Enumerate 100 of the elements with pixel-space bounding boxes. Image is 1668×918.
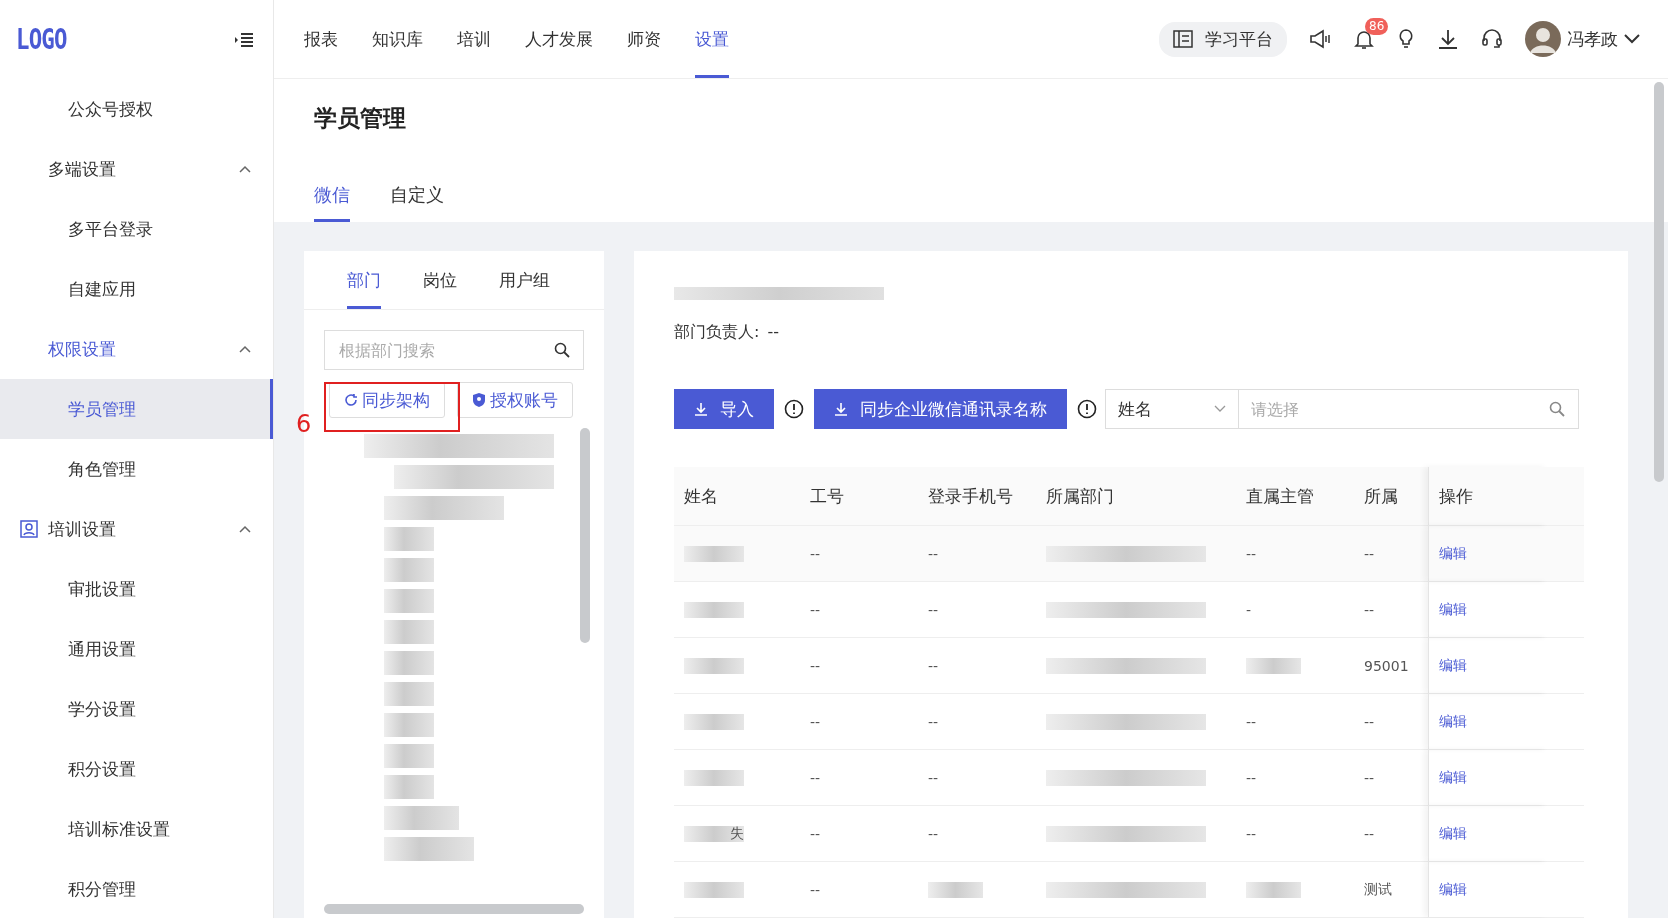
info-icon[interactable] bbox=[1077, 399, 1097, 419]
edit-link[interactable]: 编辑 bbox=[1439, 544, 1467, 563]
column-header: 所属 bbox=[1363, 484, 1399, 508]
sidebar-item[interactable]: 公众号授权 bbox=[0, 79, 273, 139]
scrollbar[interactable] bbox=[324, 904, 584, 914]
table-cell: 95001 bbox=[1364, 657, 1409, 674]
column-header: 操作 bbox=[1428, 467, 1548, 525]
chevron-icon bbox=[239, 525, 251, 533]
sidebar-item[interactable]: 多平台登录 bbox=[0, 199, 273, 259]
download-icon bbox=[694, 402, 708, 416]
authorize-account-button[interactable]: 授权账号 bbox=[457, 382, 573, 418]
table-cell: -- bbox=[1364, 545, 1375, 562]
sidebar-item[interactable]: 积分设置 bbox=[0, 739, 273, 799]
department-search-field[interactable]: 根据部门搜索 bbox=[324, 330, 584, 370]
sidebar-item[interactable]: 积分管理 bbox=[0, 859, 273, 918]
blurred-tree-item bbox=[384, 775, 434, 799]
sync-names-button[interactable]: 同步企业微信通讯录名称 bbox=[814, 389, 1067, 429]
table-cell: 失 bbox=[730, 824, 744, 843]
lightbulb-icon[interactable] bbox=[1397, 28, 1415, 50]
nav-tab[interactable]: 报表 bbox=[304, 0, 338, 78]
shield-icon bbox=[472, 392, 486, 408]
table-cell: -- bbox=[810, 881, 821, 898]
sync-structure-button[interactable]: 同步架构 bbox=[329, 382, 445, 418]
training-icon bbox=[20, 520, 38, 538]
blurred-tree-item bbox=[384, 589, 434, 613]
sidebar-item[interactable]: 自建应用 bbox=[0, 259, 273, 319]
table-cell: -- bbox=[1246, 545, 1257, 562]
blurred-tree-item bbox=[384, 744, 434, 768]
nav-tab[interactable]: 培训 bbox=[457, 0, 491, 78]
board-icon bbox=[1173, 30, 1193, 48]
info-icon[interactable] bbox=[784, 399, 804, 419]
column-header: 姓名 bbox=[683, 484, 719, 508]
refresh-icon bbox=[344, 393, 358, 407]
tab[interactable]: 岗位 bbox=[423, 251, 457, 309]
table-cell: -- bbox=[810, 545, 821, 562]
table-cell: -- bbox=[1246, 713, 1257, 730]
annotation-number: 6 bbox=[296, 410, 312, 438]
edit-link[interactable]: 编辑 bbox=[1439, 600, 1467, 619]
table-cell: - bbox=[1246, 601, 1252, 618]
sidebar-group[interactable]: 多端设置 bbox=[0, 139, 273, 199]
manager-label: 部门负责人: bbox=[674, 322, 760, 343]
nav-tab[interactable]: 师资 bbox=[627, 0, 661, 78]
edit-link[interactable]: 编辑 bbox=[1439, 768, 1467, 787]
table-cell: -- bbox=[1364, 601, 1375, 618]
blurred-tree-item bbox=[384, 527, 434, 551]
edit-link[interactable]: 编辑 bbox=[1439, 712, 1467, 731]
sidebar-group[interactable]: 权限设置 bbox=[0, 319, 273, 379]
column-header: 工号 bbox=[809, 484, 845, 508]
nav-tab[interactable]: 人才发展 bbox=[525, 0, 593, 78]
table-cell: -- bbox=[928, 713, 939, 730]
import-button[interactable]: 导入 bbox=[674, 389, 774, 429]
chevron-down-icon bbox=[1214, 405, 1226, 413]
table-cell: -- bbox=[810, 769, 821, 786]
table-cell: -- bbox=[928, 825, 939, 842]
sidebar-item[interactable]: 通用设置 bbox=[0, 619, 273, 679]
headset-icon[interactable] bbox=[1481, 28, 1503, 50]
avatar[interactable] bbox=[1525, 21, 1561, 57]
table-cell: -- bbox=[928, 657, 939, 674]
sidebar-item[interactable]: 角色管理 bbox=[0, 439, 273, 499]
chevron-icon bbox=[239, 345, 251, 353]
nav-tab[interactable]: 设置 bbox=[695, 0, 729, 78]
column-header: 所属部门 bbox=[1045, 484, 1115, 508]
edit-link[interactable]: 编辑 bbox=[1439, 824, 1467, 843]
table-cell: -- bbox=[810, 713, 821, 730]
search-field[interactable]: 请选择 bbox=[1239, 389, 1579, 429]
field-select[interactable]: 姓名 bbox=[1105, 389, 1239, 429]
page-title: 学员管理 bbox=[314, 104, 407, 133]
table-cell: -- bbox=[928, 601, 939, 618]
blurred-tree-item bbox=[384, 620, 434, 644]
table-cell: -- bbox=[810, 601, 821, 618]
edit-link[interactable]: 编辑 bbox=[1439, 880, 1467, 899]
download-icon[interactable] bbox=[1437, 28, 1459, 50]
tab[interactable]: 自定义 bbox=[390, 183, 444, 222]
table-cell: -- bbox=[810, 657, 821, 674]
download-icon bbox=[834, 402, 848, 416]
tab[interactable]: 用户组 bbox=[499, 251, 550, 309]
nav-tab[interactable]: 知识库 bbox=[372, 0, 423, 78]
blurred-tree-item bbox=[384, 558, 434, 582]
tab[interactable]: 部门 bbox=[347, 251, 381, 309]
edit-link[interactable]: 编辑 bbox=[1439, 656, 1467, 675]
table-cell: -- bbox=[1364, 769, 1375, 786]
search-icon bbox=[554, 342, 570, 358]
table-cell: 测试 bbox=[1364, 880, 1392, 899]
table-cell: -- bbox=[928, 545, 939, 562]
chevron-down-icon[interactable] bbox=[1624, 34, 1640, 44]
table-cell: -- bbox=[1246, 769, 1257, 786]
sidebar-item[interactable]: 审批设置 bbox=[0, 559, 273, 619]
sidebar-item[interactable]: 学分设置 bbox=[0, 679, 273, 739]
bell-icon[interactable] bbox=[1353, 28, 1375, 50]
logo: LOGO bbox=[16, 23, 67, 56]
sidebar-item[interactable]: 培训标准设置 bbox=[0, 799, 273, 859]
scrollbar[interactable] bbox=[580, 428, 590, 643]
menu-collapse-icon[interactable] bbox=[235, 32, 253, 47]
scrollbar[interactable] bbox=[1654, 82, 1664, 482]
learning-platform-button[interactable]: 学习平台 bbox=[1159, 21, 1287, 57]
speaker-icon[interactable] bbox=[1309, 28, 1331, 50]
sidebar-group[interactable]: 培训设置 bbox=[0, 499, 273, 559]
sidebar-item[interactable]: 学员管理 bbox=[0, 379, 273, 439]
user-name[interactable]: 冯孝政 bbox=[1567, 27, 1618, 51]
table-cell: -- bbox=[810, 825, 821, 842]
